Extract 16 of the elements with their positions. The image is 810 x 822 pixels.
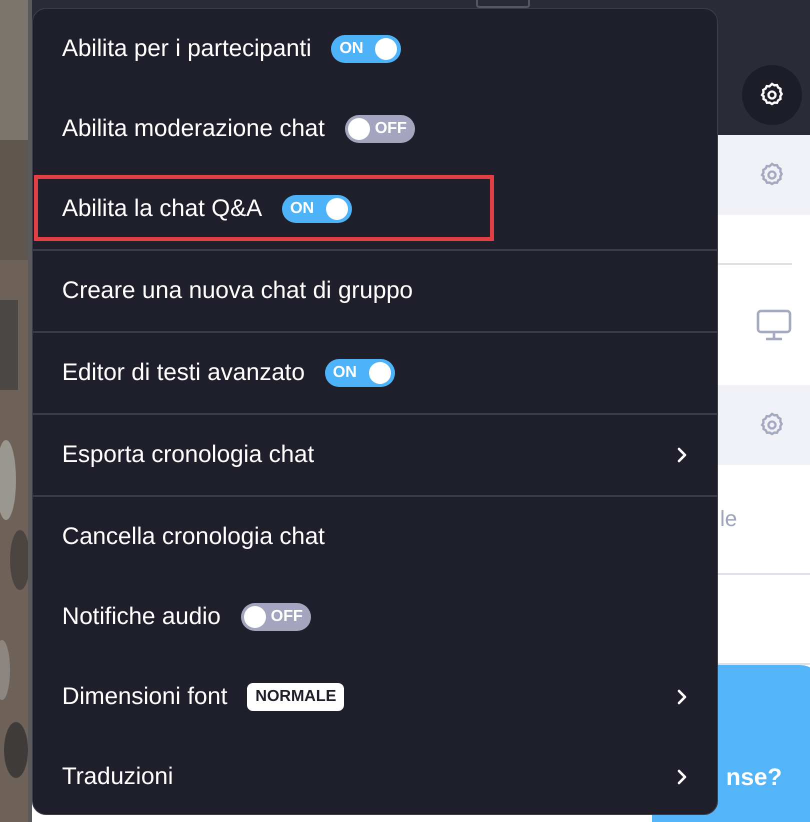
menu-item[interactable]: Abilita per i partecipanti xyxy=(62,35,312,63)
menu-item[interactable]: Notifiche audio xyxy=(62,603,221,631)
menu-item[interactable]: Esporta cronologia chat xyxy=(62,441,314,469)
menu-item[interactable]: Editor di testi avanzato xyxy=(62,359,305,387)
participant-label: le xyxy=(720,506,738,532)
chevron-right-icon[interactable] xyxy=(677,447,687,463)
menu-item[interactable]: Dimensioni font xyxy=(62,683,228,711)
menu-item[interactable]: Abilita moderazione chat xyxy=(62,115,325,143)
menu-item[interactable]: Creare una nuova chat di gruppo xyxy=(62,277,413,305)
font-size-badge: NORMALE xyxy=(247,683,344,711)
chevron-right-icon[interactable] xyxy=(677,689,687,705)
menu-item[interactable]: Cancella cronologia chat xyxy=(62,523,325,551)
bubble-text: nse? xyxy=(726,764,782,792)
chevron-right-icon[interactable] xyxy=(677,769,687,785)
menu-item[interactable]: Traduzioni xyxy=(62,763,174,791)
menu-item[interactable]: Abilita la chat Q&A xyxy=(62,195,262,223)
